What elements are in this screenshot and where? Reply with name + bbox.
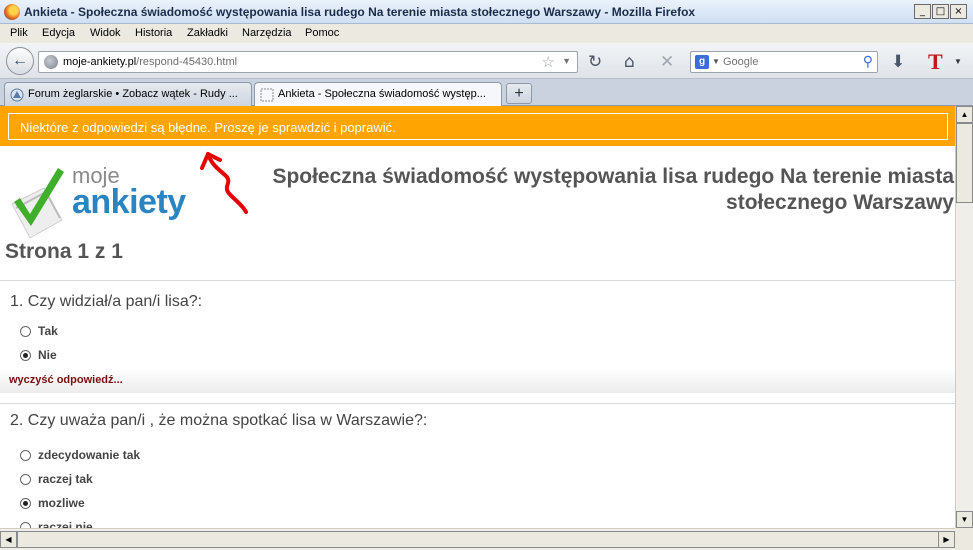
- firefox-icon: [4, 4, 20, 20]
- close-button[interactable]: ×: [950, 4, 967, 19]
- search-magnifier-icon[interactable]: ⚲: [863, 53, 873, 70]
- menu-pomoc[interactable]: Pomoc: [305, 27, 339, 39]
- menu-plik[interactable]: Plik: [10, 27, 28, 39]
- tab-bar: Forum żeglarskie • Zobacz wątek - Rudy .…: [0, 79, 973, 107]
- back-arrow-icon: ←: [12, 52, 28, 69]
- question-1-block: 1. Czy widział/a pan/i lisa?:: [0, 281, 955, 393]
- vertical-scroll-thumb[interactable]: [956, 123, 973, 203]
- window-titlebar: Ankieta - Społeczna świadomość występowa…: [0, 0, 973, 24]
- window-title: Ankieta - Społeczna świadomość występowa…: [24, 5, 696, 19]
- maximize-button[interactable]: □: [932, 4, 949, 19]
- page-indicator: Strona 1 z 1: [5, 240, 123, 263]
- search-box[interactable]: g ▼ ⚲: [690, 51, 878, 73]
- url-text[interactable]: moje-ankiety.pl/respond-45430.html: [63, 56, 237, 68]
- annotation-arrow-icon: [200, 152, 248, 214]
- search-engine-dropdown-icon[interactable]: ▼: [712, 57, 720, 66]
- checkmark-logo-icon: [11, 168, 64, 239]
- scroll-down-icon[interactable]: ▼: [956, 511, 973, 528]
- option-label[interactable]: Tak: [38, 324, 58, 338]
- home-icon[interactable]: ⌂: [624, 52, 635, 72]
- option-label[interactable]: raczej tak: [38, 472, 93, 486]
- stop-icon[interactable]: ✕: [660, 52, 674, 72]
- download-icon[interactable]: ⬇: [891, 52, 905, 72]
- google-icon[interactable]: g: [695, 55, 709, 69]
- scroll-left-icon[interactable]: ◀: [0, 531, 17, 548]
- navigation-bar: ← moje-ankiety.pl/respond-45430.html ☆ ▼…: [0, 43, 973, 79]
- question-separator: [0, 403, 955, 404]
- tab-label: Ankieta - Społeczna świadomość występ...: [278, 88, 486, 100]
- moje-ankiety-logo[interactable]: moje ankiety: [6, 158, 206, 242]
- menu-widok[interactable]: Widok: [90, 27, 121, 39]
- url-path: /respond-45430.html: [136, 56, 238, 68]
- back-button[interactable]: ←: [6, 47, 34, 75]
- tab-ankieta[interactable]: Ankieta - Społeczna świadomość występ...: [254, 82, 502, 107]
- scroll-up-icon[interactable]: ▲: [956, 106, 973, 123]
- menu-historia[interactable]: Historia: [135, 27, 172, 39]
- new-tab-button[interactable]: +: [506, 83, 532, 104]
- error-box: Niektóre z odpowiedzi są błędne. Proszę …: [8, 113, 948, 140]
- tab-label: Forum żeglarskie • Zobacz wątek - Rudy .…: [28, 88, 238, 100]
- scrollbar-corner: [955, 528, 973, 550]
- reload-icon[interactable]: ↻: [588, 52, 602, 72]
- search-input[interactable]: [723, 54, 853, 70]
- address-bar[interactable]: moje-ankiety.pl/respond-45430.html ☆ ▼: [38, 51, 578, 73]
- horizontal-scroll-thumb[interactable]: [17, 531, 939, 548]
- option-label[interactable]: zdecydowanie tak: [38, 448, 140, 462]
- scroll-right-icon[interactable]: ▶: [938, 531, 955, 548]
- tab-forum[interactable]: Forum żeglarskie • Zobacz wątek - Rudy .…: [4, 82, 252, 106]
- globe-icon: [44, 55, 58, 69]
- radio-button[interactable]: [20, 326, 31, 337]
- radio-button-selected[interactable]: [20, 498, 31, 509]
- clear-answer-link[interactable]: wyczyść odpowiedź...: [9, 374, 123, 386]
- radio-button[interactable]: [20, 474, 31, 485]
- addon-dropdown-icon[interactable]: ▼: [954, 57, 962, 66]
- radio-button-selected[interactable]: [20, 350, 31, 361]
- question-1-title: 1. Czy widział/a pan/i lisa?:: [10, 293, 203, 310]
- vertical-scrollbar[interactable]: ▲ ▼: [955, 106, 973, 528]
- url-domain: moje-ankiety.pl: [63, 56, 137, 68]
- page-icon: [260, 88, 274, 102]
- question-2-title: 2. Czy uważa pan/i , że można spotkać li…: [10, 412, 428, 429]
- menu-zakladki[interactable]: Zakładki: [187, 27, 228, 39]
- error-message: Niektóre z odpowiedzi są błędne. Proszę …: [20, 120, 396, 135]
- history-dropdown-icon[interactable]: ▼: [562, 56, 571, 66]
- minimize-button[interactable]: _: [914, 4, 931, 19]
- radio-button[interactable]: [20, 450, 31, 461]
- logo-word-ankiety: ankiety: [72, 183, 186, 221]
- menu-edycja[interactable]: Edycja: [42, 27, 75, 39]
- error-banner: Niektóre z odpowiedzi są błędne. Proszę …: [0, 106, 955, 146]
- survey-title: Społeczna świadomość występowania lisa r…: [272, 165, 954, 214]
- option-label[interactable]: mozliwe: [38, 496, 85, 510]
- menu-bar: Plik Edycja Widok Historia Zakładki Narz…: [0, 24, 973, 43]
- addon-t-icon[interactable]: T: [928, 49, 943, 75]
- plus-icon: +: [514, 85, 524, 102]
- forum-icon: [10, 88, 24, 102]
- page-content: Niektóre z odpowiedzi są błędne. Proszę …: [0, 106, 955, 528]
- bookmark-star-icon[interactable]: ☆: [542, 53, 555, 71]
- horizontal-scrollbar[interactable]: ◀ ▶: [0, 528, 955, 550]
- option-label[interactable]: raczej nie: [38, 520, 93, 528]
- menu-narzedzia[interactable]: Narzędzia: [242, 27, 292, 39]
- option-label[interactable]: Nie: [38, 348, 57, 362]
